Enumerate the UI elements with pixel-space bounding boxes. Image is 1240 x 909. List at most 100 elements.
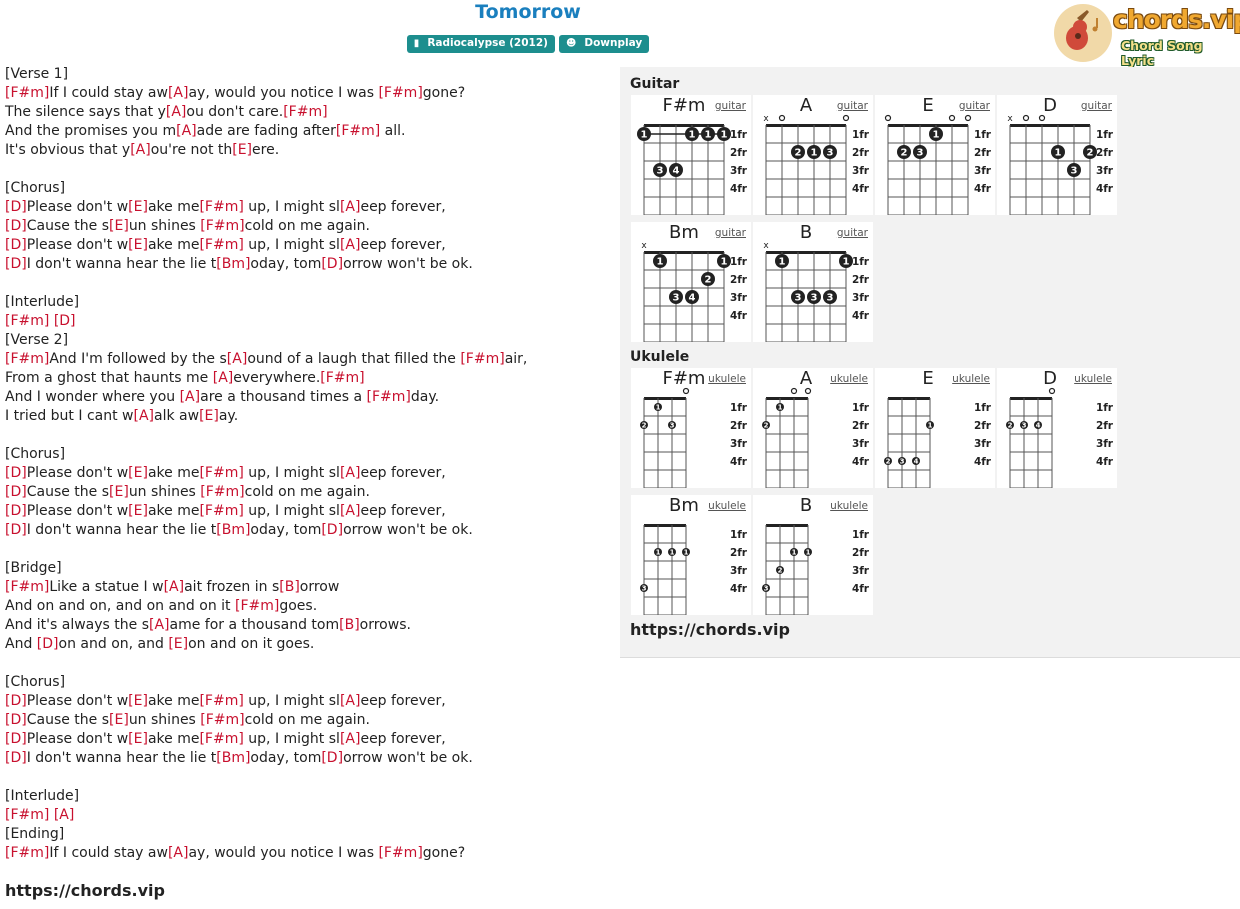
chord-link[interactable]: [D] [5, 731, 27, 747]
chord-link[interactable]: [F#m] [460, 351, 504, 367]
chord-link[interactable]: [D] [5, 693, 27, 709]
guitar-chord-diagram[interactable]: F#m guitar 1fr 2fr 3fr 4fr 1 1 1 1 3 4 [631, 95, 751, 215]
chord-link[interactable]: [D] [5, 750, 27, 766]
chord-link[interactable]: [D] [5, 503, 27, 519]
chord-link[interactable]: [E] [109, 218, 129, 234]
album-badge[interactable]: ▮ Radiocalypse (2012) [406, 35, 555, 53]
chord-link[interactable]: [F#m] [199, 731, 243, 747]
chord-link[interactable]: [E] [128, 693, 148, 709]
guitar-chord-diagram[interactable]: Aguitar 1fr 2fr 3fr 4fr x 2 1 3 [753, 95, 873, 215]
chord-link[interactable]: [A] [130, 142, 151, 158]
chord-link[interactable]: [E] [109, 484, 129, 500]
chord-link[interactable]: [F#m] [378, 845, 422, 861]
chord-link[interactable]: [F#m] [200, 218, 244, 234]
chord-link[interactable]: [A] [176, 123, 197, 139]
finger-number: 3 [900, 458, 905, 466]
chord-link[interactable]: [F#m] [336, 123, 380, 139]
chord-link[interactable]: [A] [227, 351, 248, 367]
guitar-chord-diagram[interactable]: Eguitar 1fr 2fr 3fr 4fr 2 3 1 [875, 95, 995, 215]
ukulele-chord-diagram[interactable]: Aukulele 1fr 2fr 3fr 4fr 1 2 [753, 368, 873, 488]
chord-link[interactable]: [F#m] [283, 104, 327, 120]
chord-link[interactable]: [A] [54, 807, 75, 823]
chord-link[interactable]: [D] [321, 256, 343, 272]
chord-link[interactable]: [F#m] [5, 845, 49, 861]
chord-link[interactable]: [Bm] [216, 522, 250, 538]
chord-link[interactable]: [F#m] [320, 370, 364, 386]
chord-link[interactable]: [E] [168, 636, 188, 652]
chord-link[interactable]: [E] [109, 712, 129, 728]
chord-link[interactable]: [A] [213, 370, 234, 386]
chord-link[interactable]: [D] [321, 750, 343, 766]
chord-link[interactable]: [A] [340, 199, 361, 215]
chord-link[interactable]: [A] [340, 237, 361, 253]
chord-link[interactable]: [A] [340, 503, 361, 519]
panel-url[interactable]: https://chords.vip [630, 620, 790, 639]
chord-link[interactable]: [D] [5, 522, 27, 538]
ukulele-chord-diagram[interactable]: Eukulele 1fr 2fr 3fr 4fr 1 2 3 4 [875, 368, 995, 488]
finger-number: 2 [642, 422, 647, 430]
chord-link[interactable]: [B] [339, 617, 360, 633]
chord-link[interactable]: [A] [180, 389, 201, 405]
ukulele-chord-diagram[interactable]: F#m ukulele 1fr 2fr 3fr 4fr 1 2 3 [631, 368, 751, 488]
fretboard-grid: 1fr 2fr 3fr 4fr 1 2 [762, 387, 870, 488]
ukulele-chord-diagram[interactable]: Bm ukulele 1fr 2fr 3fr 4fr 1 1 1 3 [631, 495, 751, 615]
chord-link[interactable]: [E] [128, 465, 148, 481]
chord-link[interactable]: [D] [54, 313, 76, 329]
chord-link[interactable]: [B] [279, 579, 300, 595]
chord-link[interactable]: [D] [37, 636, 59, 652]
chord-link[interactable]: [F#m] [199, 503, 243, 519]
chord-link[interactable]: [F#m] [199, 693, 243, 709]
chord-link[interactable]: [F#m] [235, 598, 279, 614]
lyric-text: ake me [147, 731, 200, 747]
chord-link[interactable]: [D] [5, 484, 27, 500]
chord-link[interactable]: [A] [340, 731, 361, 747]
chord-link[interactable]: [A] [340, 693, 361, 709]
chord-link[interactable]: [F#m] [199, 199, 243, 215]
lyric-line [5, 274, 605, 293]
chord-link[interactable]: [D] [5, 218, 27, 234]
chord-link[interactable]: [D] [321, 522, 343, 538]
chord-link[interactable]: [D] [5, 256, 27, 272]
chord-link[interactable]: [D] [5, 237, 27, 253]
chord-link[interactable]: [E] [232, 142, 252, 158]
chord-link[interactable]: [A] [164, 579, 185, 595]
chord-link[interactable]: [A] [149, 617, 170, 633]
chord-link[interactable]: [E] [128, 731, 148, 747]
site-logo[interactable]: chords.vip Chord Song Lyric [1053, 2, 1240, 68]
chord-link[interactable]: [F#m] [5, 313, 49, 329]
chord-link[interactable]: [F#m] [5, 579, 49, 595]
chord-link[interactable]: [A] [340, 465, 361, 481]
guitar-chord-diagram[interactable]: Bm guitar 1fr 2fr 3fr 4fr x 1 1 2 3 4 [631, 222, 751, 342]
chord-link[interactable]: [F#m] [367, 389, 411, 405]
chord-link[interactable]: [Bm] [216, 256, 250, 272]
chord-link[interactable]: [F#m] [5, 85, 49, 101]
guitar-chord-diagram[interactable]: Bguitar 1fr 2fr 3fr 4fr x 1 1 3 3 3 [753, 222, 873, 342]
ukulele-chord-diagram[interactable]: Bukulele 1fr 2fr 3fr 4fr 1 1 2 3 [753, 495, 873, 615]
fret-label: 4fr [974, 456, 992, 468]
chord-link[interactable]: [F#m] [5, 351, 49, 367]
ukulele-chord-diagram[interactable]: Dukulele 1fr 2fr 3fr 4fr 2 3 4 [997, 368, 1117, 488]
chord-link[interactable]: [A] [166, 104, 187, 120]
chord-link[interactable]: [E] [128, 237, 148, 253]
chord-link[interactable]: [E] [199, 408, 219, 424]
chord-link[interactable]: [A] [168, 845, 189, 861]
guitar-chord-diagram[interactable]: Dguitar 1fr 2fr 3fr 4fr x 1 3 2 [997, 95, 1117, 215]
chord-link[interactable]: [F#m] [200, 484, 244, 500]
artist-badge[interactable]: ☻ Downplay [558, 35, 650, 53]
chord-link[interactable]: [F#m] [200, 712, 244, 728]
chord-link[interactable]: [D] [5, 712, 27, 728]
chord-link[interactable]: [D] [5, 199, 27, 215]
chord-link[interactable]: [F#m] [199, 465, 243, 481]
chord-link[interactable]: [F#m] [199, 237, 243, 253]
chord-link[interactable]: [Bm] [216, 750, 250, 766]
lyric-text: ere. [252, 142, 280, 158]
chord-link[interactable]: [E] [128, 199, 148, 215]
chord-link[interactable]: [E] [128, 503, 148, 519]
footer-url[interactable]: https://chords.vip [5, 881, 165, 900]
chord-link[interactable]: [D] [5, 465, 27, 481]
chord-link[interactable]: [A] [133, 408, 154, 424]
chord-link[interactable]: [F#m] [378, 85, 422, 101]
chord-link[interactable]: [F#m] [5, 807, 49, 823]
finger-number: 3 [795, 293, 802, 304]
chord-link[interactable]: [A] [168, 85, 189, 101]
